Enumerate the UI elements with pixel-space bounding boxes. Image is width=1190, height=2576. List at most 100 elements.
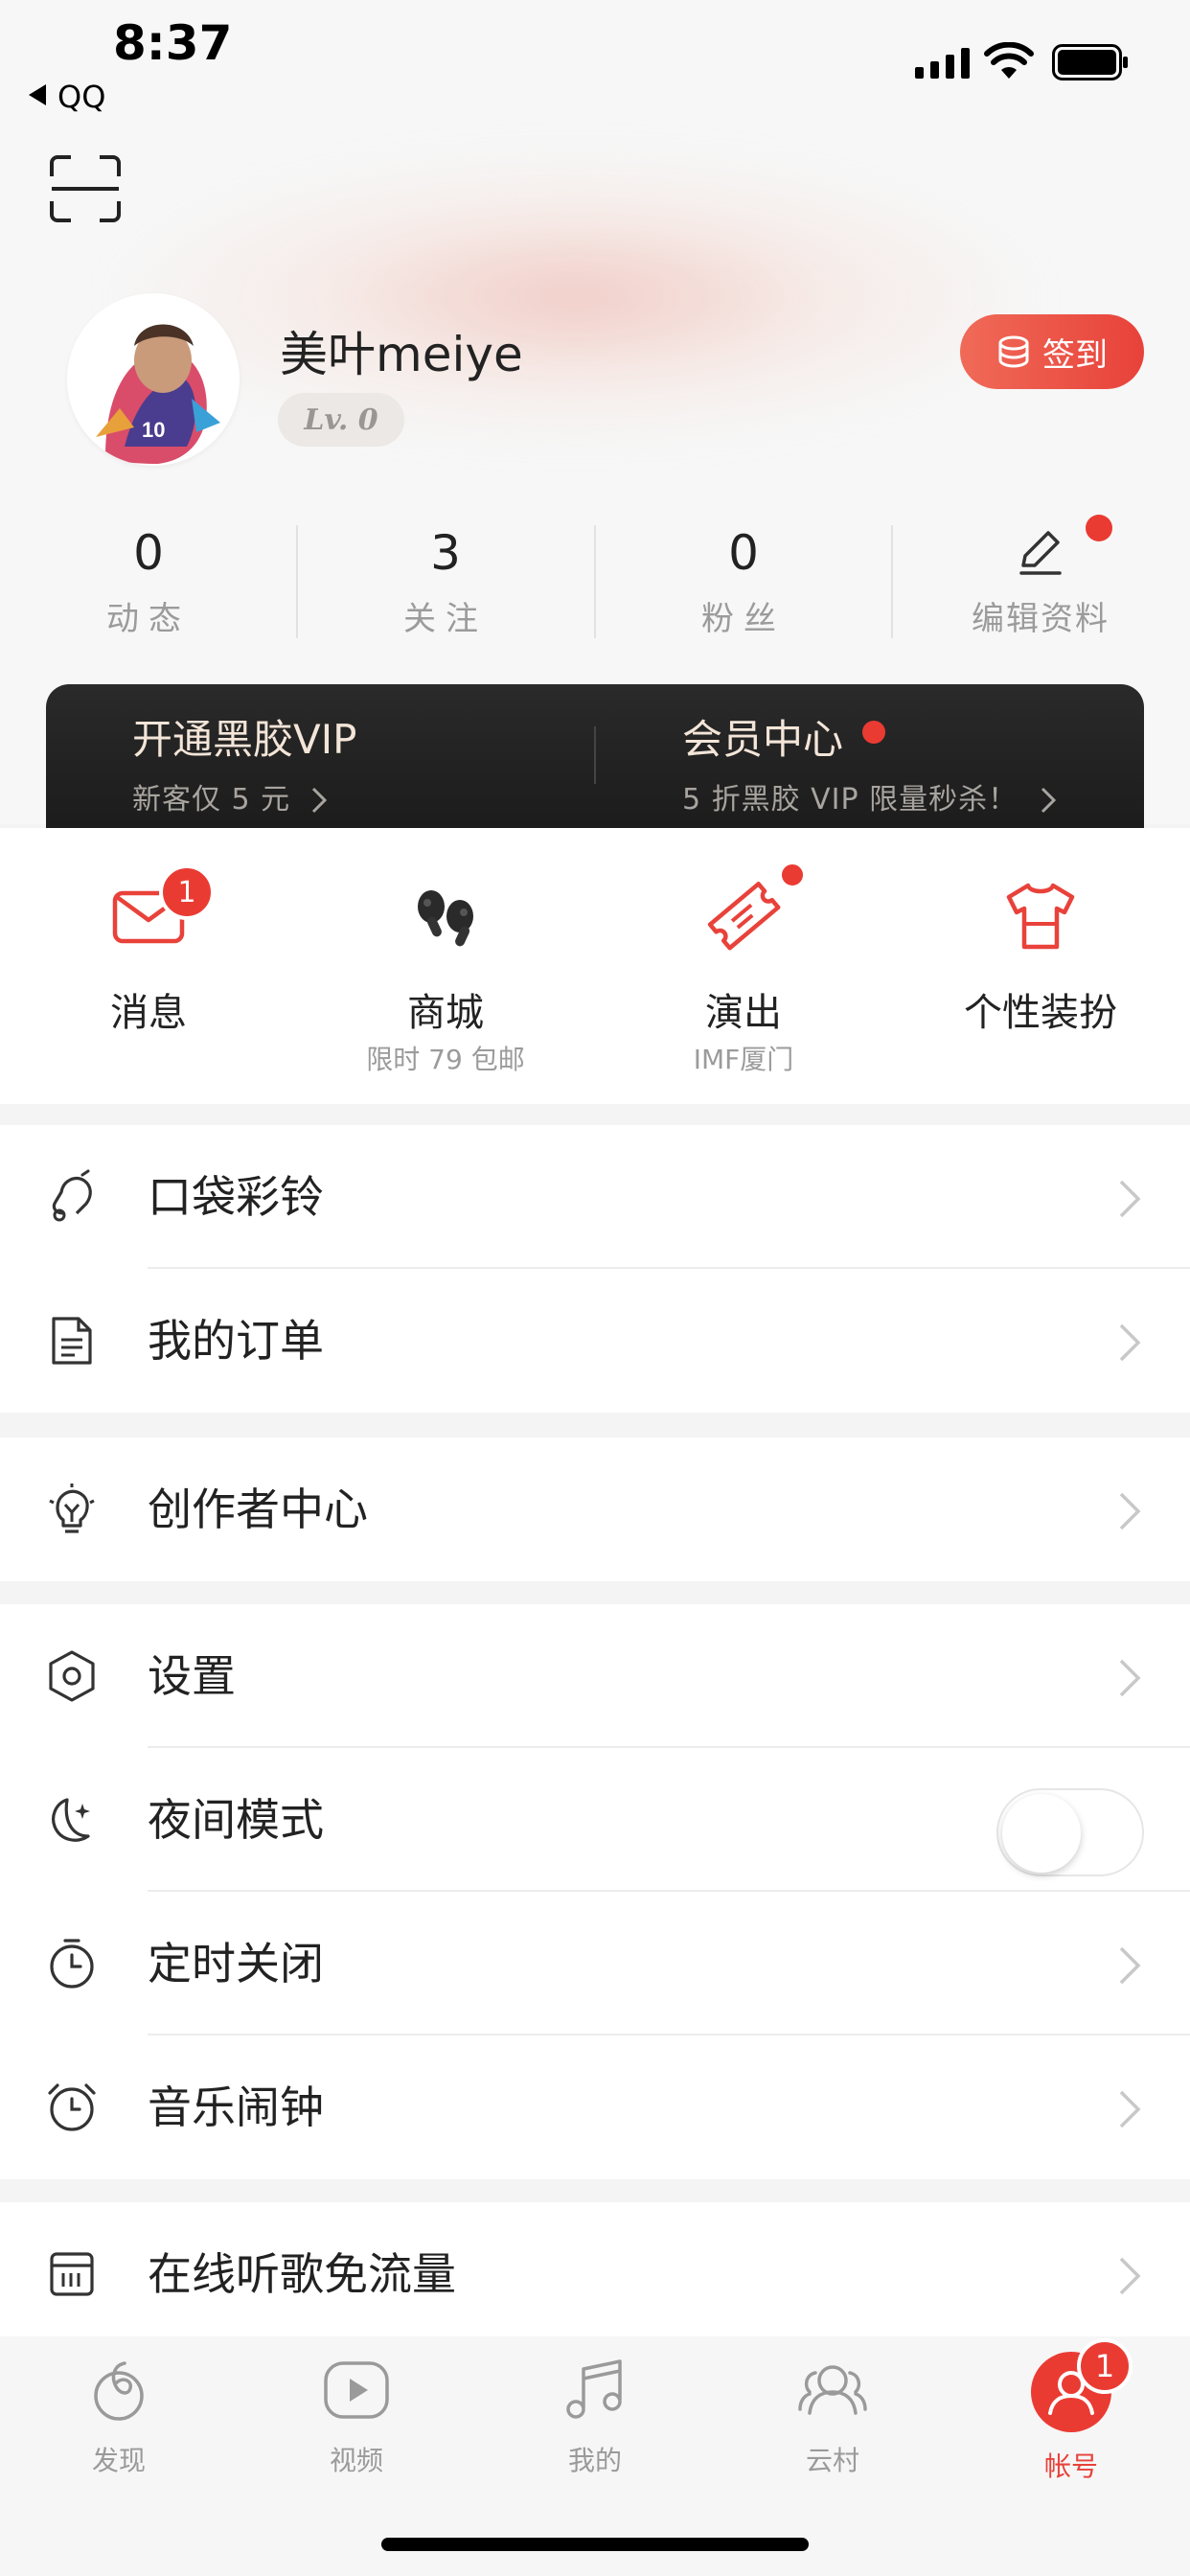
quick-themes-label: 个性装扮 bbox=[964, 991, 1117, 1035]
avatar[interactable]: 10 bbox=[67, 293, 240, 466]
vip-open-sub: 新客仅 5 元 bbox=[132, 783, 291, 816]
stat-followers-label: 粉丝 bbox=[701, 600, 786, 638]
edit-profile-dot bbox=[1086, 515, 1112, 541]
vip-center-sub: 5 折黑胶 VIP 限量秒杀！ bbox=[682, 783, 1018, 816]
quick-themes[interactable]: 个性装扮 bbox=[892, 828, 1189, 1104]
chevron-right-icon bbox=[1119, 2090, 1141, 2128]
tab-video[interactable]: 视频 bbox=[238, 2354, 475, 2478]
timer-icon bbox=[50, 1939, 94, 1989]
video-play-icon bbox=[324, 2361, 389, 2419]
stat-posts-count: 0 bbox=[133, 525, 164, 581]
tab-discover[interactable]: 发现 bbox=[0, 2354, 238, 2478]
vip-open-title: 开通黑胶VIP bbox=[132, 716, 357, 763]
menu-item-orders[interactable]: 我的订单 bbox=[0, 1269, 1190, 1413]
lightbulb-icon bbox=[49, 1484, 95, 1533]
quick-actions: 消息 1 商城 限时 79 包邮 演出 IMF厦门 个性装扮 bbox=[0, 828, 1190, 1104]
menu-item-night-mode: 夜间模式 bbox=[0, 1748, 1190, 1892]
tab-account[interactable]: 帐号 bbox=[952, 2354, 1190, 2484]
quick-store-label: 商城 bbox=[407, 991, 484, 1035]
menu-group-1: 口袋彩铃 我的订单 bbox=[0, 1125, 1190, 1413]
discover-icon bbox=[94, 2361, 144, 2421]
menu-item-ringtone-label: 口袋彩铃 bbox=[148, 1171, 324, 1223]
avatar-image: 10 bbox=[67, 293, 240, 466]
svg-text:10: 10 bbox=[142, 418, 165, 442]
chevron-right-icon bbox=[1119, 1946, 1141, 1985]
settings-hexagon-icon bbox=[49, 1650, 95, 1702]
menu-group-2: 创作者中心 bbox=[0, 1438, 1190, 1581]
sim-card-icon bbox=[50, 2252, 94, 2296]
ticket-icon bbox=[707, 882, 781, 951]
tab-my-music[interactable]: 我的 bbox=[476, 2354, 714, 2478]
quick-shows[interactable]: 演出 IMF厦门 bbox=[595, 828, 892, 1104]
account-badge: 1 bbox=[1077, 2338, 1133, 2394]
stat-following-label: 关注 bbox=[403, 600, 488, 638]
quick-messages[interactable]: 消息 1 bbox=[0, 828, 297, 1104]
quick-shows-label: 演出 bbox=[705, 991, 782, 1035]
night-mode-toggle[interactable] bbox=[996, 1788, 1144, 1876]
people-icon bbox=[798, 2365, 867, 2415]
signin-label: 签到 bbox=[1042, 335, 1108, 375]
quick-store[interactable]: 商城 限时 79 包邮 bbox=[297, 828, 594, 1104]
status-time: 8:37 bbox=[113, 15, 233, 71]
tab-video-label: 视频 bbox=[329, 2445, 383, 2476]
toggle-knob bbox=[1002, 1794, 1081, 1873]
quick-store-sub: 限时 79 包邮 bbox=[366, 1044, 525, 1075]
quick-messages-label: 消息 bbox=[110, 991, 187, 1035]
chevron-right-icon bbox=[1119, 1492, 1141, 1530]
menu-group-3: 设置 夜间模式 定时关闭 音乐闹钟 bbox=[0, 1604, 1190, 2179]
level-badge[interactable]: Lv. 0 bbox=[278, 393, 404, 447]
menu-item-settings-label: 设置 bbox=[148, 1650, 236, 1702]
stat-followers[interactable]: 0 粉丝 bbox=[595, 525, 892, 639]
chevron-right-icon bbox=[1119, 1180, 1141, 1218]
menu-item-settings[interactable]: 设置 bbox=[0, 1604, 1190, 1748]
username[interactable]: 美叶meiye bbox=[280, 316, 523, 385]
quick-shows-sub: IMF厦门 bbox=[693, 1044, 794, 1075]
stat-followers-count: 0 bbox=[728, 525, 759, 581]
chevron-right-icon bbox=[311, 787, 327, 814]
moon-icon bbox=[52, 1798, 90, 1842]
scan-icon[interactable] bbox=[50, 155, 121, 222]
menu-item-sleep-timer-label: 定时关闭 bbox=[148, 1938, 324, 1990]
tab-cloud-village[interactable]: 云村 bbox=[714, 2354, 951, 2478]
vip-divider bbox=[594, 726, 596, 784]
menu-item-creator-center[interactable]: 创作者中心 bbox=[0, 1438, 1190, 1581]
menu-item-alarm-label: 音乐闹钟 bbox=[148, 2082, 324, 2133]
edit-profile-button[interactable]: 编辑资料 bbox=[892, 525, 1189, 639]
wifi-icon bbox=[984, 42, 1034, 79]
menu-item-ringtone[interactable]: 口袋彩铃 bbox=[0, 1125, 1190, 1269]
edit-profile-label: 编辑资料 bbox=[972, 600, 1110, 638]
stat-posts[interactable]: 0 动态 bbox=[0, 525, 297, 639]
signin-button[interactable]: 签到 bbox=[960, 314, 1144, 389]
menu-item-night-mode-label: 夜间模式 bbox=[148, 1794, 324, 1846]
earbuds-icon bbox=[418, 890, 473, 947]
alarm-clock-icon bbox=[48, 2083, 96, 2131]
vip-open-button[interactable]: 开通黑胶VIP 新客仅 5 元 bbox=[132, 707, 356, 817]
menu-item-alarm[interactable]: 音乐闹钟 bbox=[0, 2036, 1190, 2179]
order-document-icon bbox=[52, 1317, 92, 1365]
menu-item-creator-center-label: 创作者中心 bbox=[148, 1484, 368, 1535]
stat-following[interactable]: 3 关注 bbox=[297, 525, 594, 639]
chevron-right-icon bbox=[1041, 787, 1056, 814]
vip-center-dot bbox=[862, 721, 885, 744]
music-note-icon bbox=[566, 2359, 622, 2419]
back-app-label: QQ bbox=[57, 79, 106, 115]
coins-icon bbox=[998, 335, 1029, 368]
menu-item-sleep-timer[interactable]: 定时关闭 bbox=[0, 1892, 1190, 2036]
tshirt-icon bbox=[1006, 883, 1075, 950]
back-to-app-link[interactable]: QQ bbox=[29, 79, 105, 115]
tab-discover-label: 发现 bbox=[91, 2445, 146, 2476]
home-indicator[interactable] bbox=[381, 2538, 809, 2551]
chevron-right-icon bbox=[1119, 2257, 1141, 2295]
messages-badge: 1 bbox=[159, 864, 215, 920]
shows-dot bbox=[778, 861, 807, 889]
menu-item-orders-label: 我的订单 bbox=[148, 1315, 324, 1367]
stat-following-count: 3 bbox=[430, 525, 461, 581]
edit-pencil-icon bbox=[892, 525, 1189, 586]
tab-account-label: 帐号 bbox=[1043, 2450, 1098, 2482]
ringtone-bell-icon bbox=[52, 1169, 92, 1222]
battery-icon bbox=[1052, 44, 1128, 80]
stat-posts-label: 动态 bbox=[106, 600, 191, 638]
chevron-right-icon bbox=[1119, 1323, 1141, 1362]
menu-item-free-data-label: 在线听歌免流量 bbox=[148, 2248, 456, 2300]
menu-item-free-data[interactable]: 在线听歌免流量 bbox=[0, 2202, 1190, 2346]
